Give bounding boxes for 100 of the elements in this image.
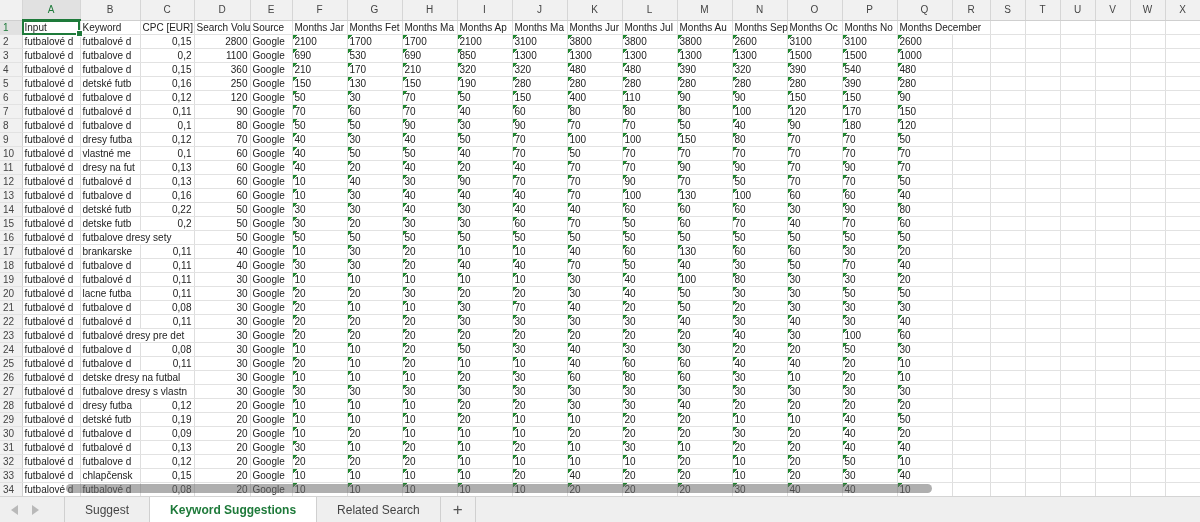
table-cell: 90	[512, 118, 567, 133]
table-cell: 210	[402, 62, 457, 77]
column-header[interactable]: B	[80, 0, 140, 20]
table-cell: 70	[897, 146, 952, 161]
table-cell: 30	[567, 286, 622, 301]
table-cell: 100	[567, 132, 622, 147]
table-cell: 20	[842, 370, 897, 385]
table-cell: futbalove d	[80, 188, 140, 203]
table-cell: futbalove d	[80, 454, 140, 469]
table-cell: 50	[897, 174, 952, 189]
table-cell: 40	[512, 258, 567, 273]
table-cell: 50	[787, 258, 842, 273]
table-cell: 10	[347, 272, 402, 287]
table-cell: 130	[347, 76, 402, 91]
table-cell: futbalové d	[22, 48, 80, 63]
table-cell: 70	[512, 146, 567, 161]
column-header[interactable]: O	[787, 0, 842, 20]
table-cell: Google	[250, 300, 292, 315]
table-cell: futbalové d	[80, 440, 140, 455]
table-cell: 30	[512, 370, 567, 385]
horizontal-scrollbar[interactable]	[66, 484, 932, 493]
table-cell: 150	[512, 90, 567, 105]
column-header[interactable]: I	[457, 0, 512, 20]
column-header[interactable]: K	[567, 0, 622, 20]
column-header[interactable]: N	[732, 0, 787, 20]
table-cell: 480	[897, 62, 952, 77]
table-cell: 60	[732, 202, 787, 217]
column-header[interactable]: E	[250, 0, 292, 20]
table-cell: 1300	[622, 48, 677, 63]
table-cell: 150	[897, 104, 952, 119]
column-header[interactable]: V	[1095, 0, 1130, 20]
column-header[interactable]: W	[1130, 0, 1165, 20]
table-cell: futbalove d	[80, 90, 140, 105]
column-header[interactable]: T	[1025, 0, 1060, 20]
column-header[interactable]: S	[990, 0, 1025, 20]
table-cell: 0,15	[140, 62, 194, 77]
column-header[interactable]: F	[292, 0, 347, 20]
table-cell: 10	[292, 468, 347, 483]
table-cell: futbalové d	[22, 370, 80, 385]
table-cell: 30	[787, 328, 842, 343]
table-cell: 1700	[347, 34, 402, 49]
table-cell: 100	[622, 132, 677, 147]
column-header[interactable]: A	[22, 0, 80, 20]
table-cell: 60	[677, 202, 732, 217]
column-header[interactable]: J	[512, 0, 567, 20]
table-cell: 3100	[787, 34, 842, 49]
table-cell: 40	[567, 202, 622, 217]
table-cell: 2600	[732, 34, 787, 49]
column-header[interactable]: R	[952, 0, 990, 20]
table-cell: 20	[897, 272, 952, 287]
column-header[interactable]: C	[140, 0, 194, 20]
table-cell: 10	[347, 440, 402, 455]
table-cell: 20	[347, 160, 402, 175]
table-cell: Google	[250, 202, 292, 217]
sheet-tab[interactable]: Related Search	[317, 497, 441, 522]
table-cell: futbalove dresy s vlastn	[80, 384, 194, 399]
table-cell: 20	[347, 328, 402, 343]
table-cell: 50	[402, 146, 457, 161]
table-cell: 50	[567, 146, 622, 161]
table-cell: vlastné me	[80, 146, 140, 161]
column-header[interactable]: H	[402, 0, 457, 20]
column-header[interactable]: P	[842, 0, 897, 20]
table-cell: 40	[457, 188, 512, 203]
table-cell: Google	[250, 174, 292, 189]
table-cell: 50	[787, 230, 842, 245]
table-cell: Google	[250, 258, 292, 273]
column-header[interactable]: M	[677, 0, 732, 20]
table-cell: 30	[787, 300, 842, 315]
table-cell: 70	[402, 104, 457, 119]
table-cell: 280	[512, 76, 567, 91]
table-cell: 90	[732, 90, 787, 105]
table-cell: Google	[250, 244, 292, 259]
table-cell: Google	[250, 90, 292, 105]
table-cell: futbalové d	[22, 174, 80, 189]
table-cell: 60	[842, 188, 897, 203]
table-cell: 100	[732, 188, 787, 203]
table-cell: 80	[622, 370, 677, 385]
table-cell: 30	[842, 272, 897, 287]
table-cell: 30	[842, 468, 897, 483]
column-header[interactable]: U	[1060, 0, 1095, 20]
column-header[interactable]: G	[347, 0, 402, 20]
sheet-tab[interactable]: Keyword Suggestions	[150, 497, 318, 522]
column-header[interactable]: D	[194, 0, 250, 20]
table-cell: 50	[677, 286, 732, 301]
table-cell: 20	[512, 468, 567, 483]
table-cell: 20	[732, 300, 787, 315]
table-cell: 20	[787, 454, 842, 469]
table-cell: 50	[677, 118, 732, 133]
column-header[interactable]: Q	[897, 0, 952, 20]
table-cell: 3100	[842, 34, 897, 49]
table-cell: 30	[194, 342, 250, 357]
table-cell: 10	[292, 342, 347, 357]
table-cell: Google	[250, 230, 292, 245]
add-sheet-button[interactable]: +	[440, 497, 476, 522]
table-cell: 40	[732, 118, 787, 133]
table-cell: 20	[622, 412, 677, 427]
column-header[interactable]: X	[1165, 0, 1200, 20]
table-cell: 30	[347, 244, 402, 259]
table-cell: 40	[677, 258, 732, 273]
column-header[interactable]: L	[622, 0, 677, 20]
